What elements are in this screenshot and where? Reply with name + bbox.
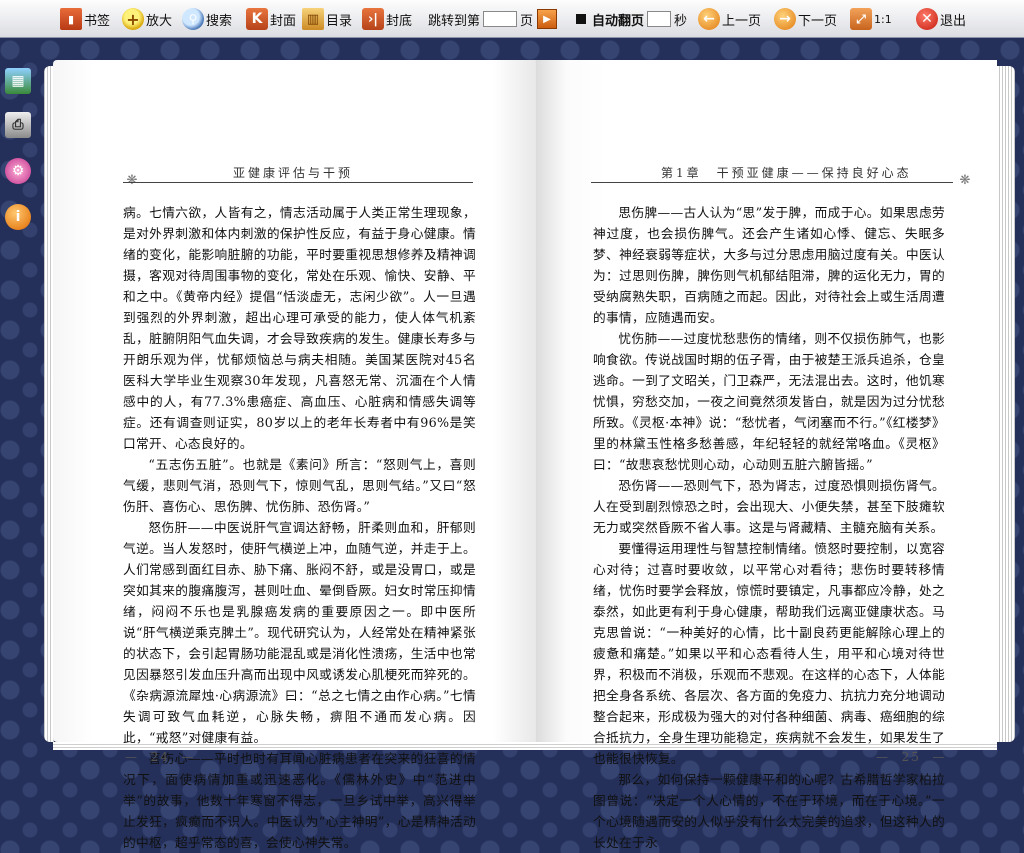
paragraph: 忧伤肺——过度忧愁悲伤的情绪，则不仅损伤肺气，也影响食欲。传说战国时期的伍子胥，… [593, 331, 945, 472]
running-head-left: 亚健康评估与干预 [233, 166, 354, 180]
auto-flip-checkbox[interactable] [576, 14, 586, 24]
auto-flip: 自动翻页 秒 [576, 4, 687, 34]
close-icon: ✕ [916, 8, 938, 30]
zoom-in-button[interactable]: + 放大 [122, 4, 172, 34]
last-page-icon: ›| [362, 8, 384, 30]
head-rule [591, 182, 953, 183]
zoom-in-icon: + [122, 8, 144, 30]
ornament-icon: ❋ [959, 173, 971, 188]
first-page-icon: K [246, 8, 268, 30]
thumbnail-icon[interactable]: ▦ [5, 68, 31, 94]
search-button[interactable]: ⚲ 搜索 [182, 4, 232, 34]
toc-button[interactable]: ▥ 目录 [302, 4, 352, 34]
prev-page-button[interactable]: ← 上一页 [698, 4, 761, 34]
page-jump-input[interactable] [483, 11, 518, 27]
right-page: 第1章 干预亚健康——保持良好心态 ❋ 思伤脾——古人认为“思”发于脾，而成于心… [536, 60, 997, 850]
reader-toolbar: ▮ 书签 + 放大 ⚲ 搜索 K 封面 ▥ 目录 ›| 封底 跳转到第 页 ▶ … [0, 0, 1024, 38]
actual-size-button[interactable]: ⤢ 1:1 [850, 4, 892, 34]
bookmark-icon: ▮ [60, 8, 82, 30]
paragraph: 怒伤肝——中医说肝气宣调达舒畅，肝柔则血和，肝郁则气逆。当人发怒时，使肝气横逆上… [123, 520, 476, 745]
info-icon[interactable]: i [5, 204, 31, 230]
paragraph: “五志伤五脏”。也就是《素问》所言：“怒则气上，喜则气缓，悲则气消，恐则气下，惊… [123, 457, 476, 514]
ornament-icon: ❋ [126, 173, 138, 188]
page-edge-right [997, 66, 1015, 742]
gear-icon[interactable]: ⚙ [5, 158, 31, 184]
print-icon[interactable]: ⎙ [5, 112, 31, 138]
cover-button[interactable]: K 封面 [246, 4, 296, 34]
exit-button[interactable]: ✕ 退出 [916, 4, 966, 34]
arrow-left-icon: ← [698, 8, 720, 30]
go-button[interactable]: ▶ [537, 9, 558, 29]
bookmark-button[interactable]: ▮ 书签 [60, 4, 110, 34]
page-number-left: — 24 — [125, 750, 196, 764]
left-page: ❋ 亚健康评估与干预 病。七情六欲，人皆有之，情志活动属于人类正常生理现象，是对… [53, 60, 536, 850]
fit-size-icon: ⤢ [850, 8, 872, 30]
open-book-icon: ▥ [302, 8, 324, 30]
paragraph: 恐伤肾——恐则气下，恐为肾志，过度恐惧则损伤肾气。人在受到剧烈惊恐之时，会出现大… [593, 478, 945, 535]
paragraph: 思伤脾——古人认为“思”发于脾，而成于心。如果思虑劳神过度，也会损伤脾气。还会产… [593, 205, 945, 325]
page-jump: 跳转到第 页 ▶ [428, 4, 558, 34]
arrow-right-icon: → [774, 8, 796, 30]
back-cover-button[interactable]: ›| 封底 [362, 4, 412, 34]
auto-flip-seconds-input[interactable] [647, 11, 672, 27]
paragraph: 病。七情六欲，人皆有之，情志活动属于人类正常生理现象，是对外界刺激和体内刺激的保… [123, 205, 476, 451]
paragraph: 那么，如何保持一颗健康平和的心呢？古希腊哲学家柏拉图曾说：“决定一个人心情的，不… [593, 772, 945, 850]
paragraph: 要懂得运用理性与智慧控制情绪。愤怒时要控制，以宽容心对待；过喜时要收敛，以平常心… [593, 541, 945, 766]
running-head-right: 第1章 干预亚健康——保持良好心态 [661, 166, 912, 180]
page-number-right: — 25 — [876, 750, 947, 764]
head-rule [123, 182, 473, 183]
next-page-button[interactable]: → 下一页 [774, 4, 837, 34]
search-icon: ⚲ [182, 8, 204, 30]
